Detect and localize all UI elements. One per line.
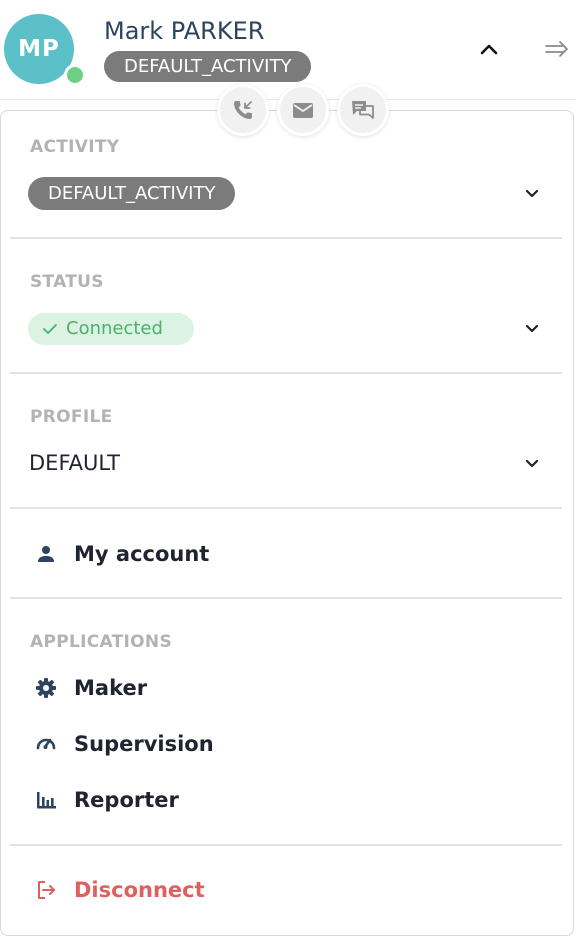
chat-bubbles-icon — [352, 101, 374, 119]
bar-chart-icon — [30, 784, 62, 816]
app-supervision-link[interactable]: Supervision — [30, 728, 214, 760]
exit-button[interactable] — [543, 36, 571, 62]
gear-icon — [30, 672, 62, 704]
profile-selector[interactable]: DEFAULT — [29, 451, 120, 475]
logout-icon — [30, 874, 62, 906]
activity-dropdown-toggle[interactable] — [522, 183, 542, 203]
disconnect-label: Disconnect — [74, 878, 205, 902]
user-name: Mark PARKER — [104, 17, 265, 45]
divider — [10, 597, 562, 599]
chevron-down-icon — [525, 459, 539, 467]
profile-dropdown-toggle[interactable] — [522, 453, 542, 473]
phone-incoming-icon — [234, 101, 252, 119]
status-section-label: STATUS — [30, 272, 104, 292]
status-selector[interactable]: Connected — [28, 313, 194, 345]
chevron-down-icon — [525, 324, 539, 332]
avatar-initials: MP — [18, 36, 60, 62]
divider — [10, 237, 562, 239]
status-value: Connected — [66, 318, 163, 339]
app-reporter-label: Reporter — [74, 788, 179, 812]
collapse-button[interactable] — [476, 36, 502, 62]
app-maker-link[interactable]: Maker — [30, 672, 147, 704]
chat-button[interactable] — [337, 84, 389, 136]
profile-section-label: PROFILE — [30, 407, 113, 427]
chevron-up-icon — [480, 44, 498, 55]
disconnect-button[interactable]: Disconnect — [30, 874, 205, 906]
arrow-right-icon — [545, 41, 568, 57]
app-reporter-link[interactable]: Reporter — [30, 784, 179, 816]
current-activity-badge: DEFAULT_ACTIVITY — [104, 51, 312, 82]
status-dropdown-toggle[interactable] — [522, 318, 542, 338]
app-supervision-label: Supervision — [74, 732, 214, 756]
my-account-label: My account — [74, 542, 210, 566]
divider — [10, 507, 562, 509]
speedometer-icon — [30, 728, 62, 760]
my-account-link[interactable]: My account — [30, 538, 209, 570]
presence-indicator — [64, 64, 86, 86]
envelope-icon — [293, 103, 313, 118]
divider — [10, 844, 562, 846]
activity-section-label: ACTIVITY — [30, 137, 120, 157]
check-icon — [43, 324, 57, 334]
incoming-call-button[interactable] — [217, 84, 269, 136]
app-maker-label: Maker — [74, 676, 148, 700]
divider — [10, 372, 562, 374]
user-header: MP Mark PARKER DEFAULT_ACTIVITY — [0, 0, 576, 100]
applications-section-label: APPLICATIONS — [30, 632, 172, 652]
activity-selector[interactable]: DEFAULT_ACTIVITY — [28, 177, 236, 210]
email-button[interactable] — [277, 84, 329, 136]
person-icon — [30, 538, 62, 570]
chevron-down-icon — [525, 189, 539, 197]
